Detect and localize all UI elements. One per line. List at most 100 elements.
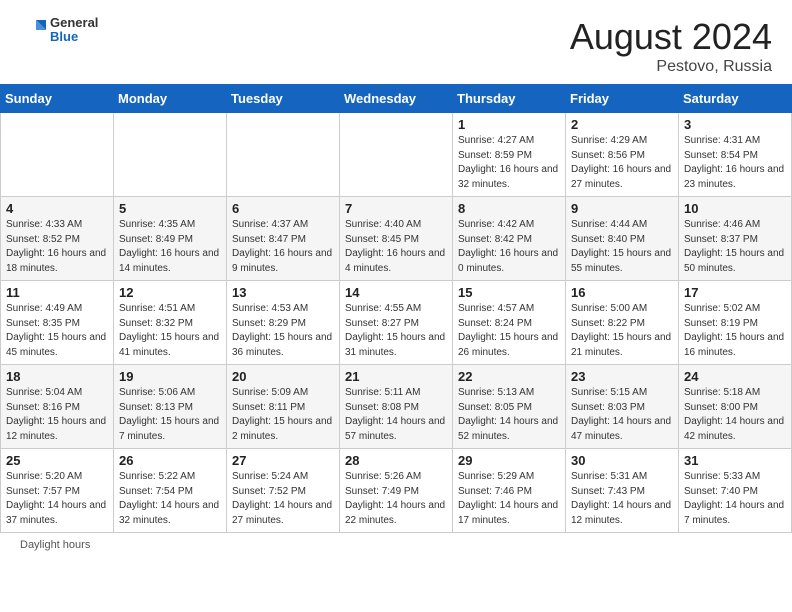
day-info: Sunrise: 5:26 AMSunset: 7:49 PMDaylight:… [345, 470, 447, 528]
day-info: Sunrise: 4:27 AMSunset: 8:59 PMDaylight:… [458, 134, 560, 192]
title-block: August 2024 Pestovo, Russia [570, 16, 772, 76]
day-info: Sunrise: 4:33 AMSunset: 8:52 PMDaylight:… [6, 218, 108, 276]
day-info: Sunrise: 4:51 AMSunset: 8:32 PMDaylight:… [119, 302, 221, 360]
calendar-day-cell: 8 Sunrise: 4:42 AMSunset: 8:42 PMDaylight… [453, 197, 566, 281]
day-info: Sunrise: 5:11 AMSunset: 8:08 PMDaylight:… [345, 386, 447, 444]
calendar-day-cell [1, 113, 114, 197]
calendar-day-cell: 19 Sunrise: 5:06 AMSunset: 8:13 PMDayligh… [114, 365, 227, 449]
day-info: Sunrise: 5:15 AMSunset: 8:03 PMDaylight:… [571, 386, 673, 444]
day-info: Sunrise: 5:13 AMSunset: 8:05 PMDaylight:… [458, 386, 560, 444]
day-info: Sunrise: 5:00 AMSunset: 8:22 PMDaylight:… [571, 302, 673, 360]
day-info: Sunrise: 5:18 AMSunset: 8:00 PMDaylight:… [684, 386, 786, 444]
calendar: SundayMondayTuesdayWednesdayThursdayFrid… [0, 84, 792, 533]
day-number: 13 [232, 285, 334, 300]
calendar-day-cell: 13 Sunrise: 4:53 AMSunset: 8:29 PMDayligh… [227, 281, 340, 365]
day-info: Sunrise: 5:04 AMSunset: 8:16 PMDaylight:… [6, 386, 108, 444]
day-info: Sunrise: 4:31 AMSunset: 8:54 PMDaylight:… [684, 134, 786, 192]
calendar-week-row: 11Sunrise: 4:49 AMSunset: 8:35 PMDayligh… [1, 281, 792, 365]
day-info: Sunrise: 4:37 AMSunset: 8:47 PMDaylight:… [232, 218, 334, 276]
day-info: Sunrise: 4:46 AMSunset: 8:37 PMDaylight:… [684, 218, 786, 276]
location: Pestovo, Russia [570, 58, 772, 76]
day-number: 3 [684, 117, 786, 132]
footer: Daylight hours [0, 533, 792, 557]
calendar-header-wednesday: Wednesday [340, 85, 453, 113]
calendar-day-cell: 21 Sunrise: 5:11 AMSunset: 8:08 PMDayligh… [340, 365, 453, 449]
day-info: Sunrise: 5:06 AMSunset: 8:13 PMDaylight:… [119, 386, 221, 444]
day-number: 28 [345, 453, 447, 468]
calendar-day-cell: 27 Sunrise: 5:24 AMSunset: 7:52 PMDayligh… [227, 449, 340, 533]
calendar-day-cell: 3 Sunrise: 4:31 AMSunset: 8:54 PMDaylight… [679, 113, 792, 197]
logo-blue: Blue [50, 30, 98, 44]
day-info: Sunrise: 4:42 AMSunset: 8:42 PMDaylight:… [458, 218, 560, 276]
day-number: 16 [571, 285, 673, 300]
calendar-day-cell: 11Sunrise: 4:49 AMSunset: 8:35 PMDayligh… [1, 281, 114, 365]
calendar-header-saturday: Saturday [679, 85, 792, 113]
day-number: 15 [458, 285, 560, 300]
calendar-day-cell: 18 Sunrise: 5:04 AMSunset: 8:16 PMDayligh… [1, 365, 114, 449]
calendar-header-monday: Monday [114, 85, 227, 113]
day-number: 7 [345, 201, 447, 216]
day-number: 21 [345, 369, 447, 384]
day-number: 25 [6, 453, 108, 468]
calendar-day-cell [340, 113, 453, 197]
calendar-day-cell: 20 Sunrise: 5:09 AMSunset: 8:11 PMDayligh… [227, 365, 340, 449]
day-number: 23 [571, 369, 673, 384]
day-info: Sunrise: 4:44 AMSunset: 8:40 PMDaylight:… [571, 218, 673, 276]
header: General Blue August 2024 Pestovo, Russia [0, 0, 792, 84]
calendar-day-cell: 17 Sunrise: 5:02 AMSunset: 8:19 PMDayligh… [679, 281, 792, 365]
calendar-day-cell: 26 Sunrise: 5:22 AMSunset: 7:54 PMDayligh… [114, 449, 227, 533]
calendar-header-thursday: Thursday [453, 85, 566, 113]
calendar-day-cell: 5 Sunrise: 4:35 AMSunset: 8:49 PMDaylight… [114, 197, 227, 281]
calendar-day-cell: 25 Sunrise: 5:20 AMSunset: 7:57 PMDayligh… [1, 449, 114, 533]
day-info: Sunrise: 5:29 AMSunset: 7:46 PMDaylight:… [458, 470, 560, 528]
daylight-hours-label: Daylight hours [20, 539, 90, 551]
day-number: 30 [571, 453, 673, 468]
day-number: 26 [119, 453, 221, 468]
calendar-day-cell [227, 113, 340, 197]
day-number: 20 [232, 369, 334, 384]
calendar-day-cell [114, 113, 227, 197]
calendar-week-row: 1 Sunrise: 4:27 AMSunset: 8:59 PMDaylight… [1, 113, 792, 197]
day-info: Sunrise: 4:49 AMSunset: 8:35 PMDaylight:… [6, 302, 108, 360]
calendar-day-cell: 14 Sunrise: 4:55 AMSunset: 8:27 PMDayligh… [340, 281, 453, 365]
day-info: Sunrise: 5:20 AMSunset: 7:57 PMDaylight:… [6, 470, 108, 528]
day-number: 24 [684, 369, 786, 384]
calendar-day-cell: 1 Sunrise: 4:27 AMSunset: 8:59 PMDaylight… [453, 113, 566, 197]
month-year: August 2024 [570, 16, 772, 58]
day-info: Sunrise: 4:57 AMSunset: 8:24 PMDaylight:… [458, 302, 560, 360]
day-info: Sunrise: 5:24 AMSunset: 7:52 PMDaylight:… [232, 470, 334, 528]
day-info: Sunrise: 5:02 AMSunset: 8:19 PMDaylight:… [684, 302, 786, 360]
day-info: Sunrise: 5:22 AMSunset: 7:54 PMDaylight:… [119, 470, 221, 528]
day-number: 22 [458, 369, 560, 384]
day-number: 4 [6, 201, 108, 216]
calendar-day-cell: 6 Sunrise: 4:37 AMSunset: 8:47 PMDaylight… [227, 197, 340, 281]
calendar-header-tuesday: Tuesday [227, 85, 340, 113]
day-number: 18 [6, 369, 108, 384]
day-number: 9 [571, 201, 673, 216]
day-number: 2 [571, 117, 673, 132]
day-number: 6 [232, 201, 334, 216]
day-info: Sunrise: 5:09 AMSunset: 8:11 PMDaylight:… [232, 386, 334, 444]
day-number: 1 [458, 117, 560, 132]
day-number: 27 [232, 453, 334, 468]
day-number: 14 [345, 285, 447, 300]
calendar-header-friday: Friday [566, 85, 679, 113]
day-info: Sunrise: 5:33 AMSunset: 7:40 PMDaylight:… [684, 470, 786, 528]
day-info: Sunrise: 4:55 AMSunset: 8:27 PMDaylight:… [345, 302, 447, 360]
day-number: 17 [684, 285, 786, 300]
logo: General Blue [20, 16, 98, 45]
day-number: 12 [119, 285, 221, 300]
logo-general: General [50, 16, 98, 30]
calendar-day-cell: 2Sunrise: 4:29 AMSunset: 8:56 PMDaylight… [566, 113, 679, 197]
day-info: Sunrise: 4:35 AMSunset: 8:49 PMDaylight:… [119, 218, 221, 276]
calendar-day-cell: 9 Sunrise: 4:44 AMSunset: 8:40 PMDaylight… [566, 197, 679, 281]
day-number: 5 [119, 201, 221, 216]
calendar-day-cell: 15 Sunrise: 4:57 AMSunset: 8:24 PMDayligh… [453, 281, 566, 365]
calendar-day-cell: 7Sunrise: 4:40 AMSunset: 8:45 PMDaylight… [340, 197, 453, 281]
day-number: 8 [458, 201, 560, 216]
day-info: Sunrise: 4:53 AMSunset: 8:29 PMDaylight:… [232, 302, 334, 360]
calendar-week-row: 18 Sunrise: 5:04 AMSunset: 8:16 PMDayligh… [1, 365, 792, 449]
calendar-day-cell: 30Sunrise: 5:31 AMSunset: 7:43 PMDayligh… [566, 449, 679, 533]
day-number: 19 [119, 369, 221, 384]
day-number: 10 [684, 201, 786, 216]
